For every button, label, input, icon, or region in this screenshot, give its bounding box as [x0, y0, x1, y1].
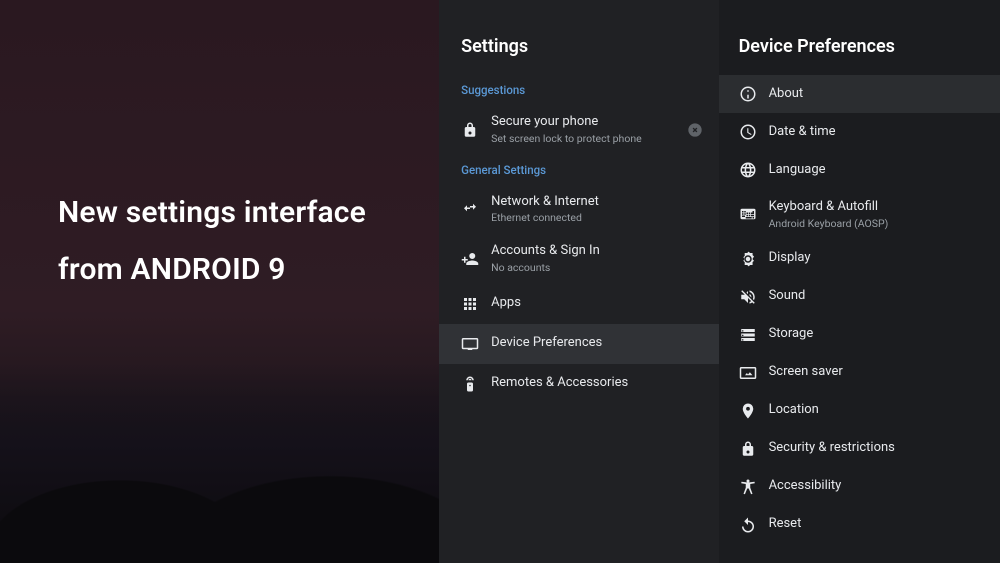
accounts-icon — [461, 250, 491, 268]
pref-item-label: Storage — [769, 326, 814, 343]
settings-item-labels: Accounts & Sign In No accounts — [491, 243, 702, 275]
remote-icon — [461, 375, 491, 393]
pref-item-sublabel: Android Keyboard (AOSP) — [769, 217, 889, 230]
pref-item-label: Screen saver — [769, 364, 843, 381]
pref-item-sound[interactable]: Sound — [719, 278, 1000, 316]
dismiss-suggestion-button[interactable] — [687, 122, 703, 138]
globe-icon — [739, 161, 769, 179]
settings-item-label: Network & Internet — [491, 194, 702, 211]
pref-item-date-time[interactable]: Date & time — [719, 113, 1000, 151]
pref-item-label: Sound — [769, 288, 806, 305]
settings-item-labels: Network & Internet Ethernet connected — [491, 194, 702, 226]
pref-item-keyboard[interactable]: Keyboard & Autofill Android Keyboard (AO… — [719, 189, 1000, 240]
settings-item-labels: Apps — [491, 295, 702, 312]
reset-icon — [739, 516, 769, 534]
section-header-suggestions: Suggestions — [439, 75, 718, 105]
settings-item-label: Remotes & Accessories — [491, 375, 702, 392]
screensaver-icon — [739, 364, 769, 382]
settings-item-sublabel: No accounts — [491, 261, 702, 275]
settings-item-network[interactable]: Network & Internet Ethernet connected — [439, 185, 718, 235]
settings-title: Settings — [439, 30, 718, 75]
pref-item-security[interactable]: Security & restrictions — [719, 430, 1000, 468]
tv-icon — [461, 335, 491, 353]
settings-item-labels: Device Preferences — [491, 335, 702, 352]
sound-off-icon — [739, 288, 769, 306]
info-icon — [739, 85, 769, 103]
hero-panel: New settings interface from ANDROID 9 — [0, 0, 439, 563]
app-root: New settings interface from ANDROID 9 Se… — [0, 0, 1000, 563]
location-icon — [739, 402, 769, 420]
settings-item-label: Secure your phone — [491, 114, 680, 131]
pref-item-label: Date & time — [769, 124, 836, 141]
pref-item-display[interactable]: Display — [719, 240, 1000, 278]
settings-item-labels: Secure your phone Set screen lock to pro… — [491, 114, 680, 146]
pref-item-label: Accessibility — [769, 478, 842, 495]
accessibility-icon — [739, 478, 769, 496]
pref-item-label: Keyboard & Autofill — [769, 199, 889, 216]
settings-item-label: Accounts & Sign In — [491, 243, 702, 260]
settings-item-sublabel: Ethernet connected — [491, 211, 702, 225]
settings-item-label: Device Preferences — [491, 335, 702, 352]
pref-item-accessibility[interactable]: Accessibility — [719, 468, 1000, 506]
settings-item-sublabel: Set screen lock to protect phone — [491, 132, 680, 146]
device-preferences-title: Device Preferences — [719, 30, 1000, 75]
settings-item-secure-phone[interactable]: Secure your phone Set screen lock to pro… — [439, 105, 718, 155]
pref-item-label: Language — [769, 162, 826, 179]
settings-item-label: Apps — [491, 295, 702, 312]
pref-item-language[interactable]: Language — [719, 151, 1000, 189]
storage-icon — [739, 326, 769, 344]
pref-item-storage[interactable]: Storage — [719, 316, 1000, 354]
lock-icon — [739, 440, 769, 458]
hero-line-1: New settings interface — [58, 195, 366, 230]
section-header-general: General Settings — [439, 155, 718, 185]
settings-item-labels: Remotes & Accessories — [491, 375, 702, 392]
pref-item-label: Reset — [769, 516, 802, 533]
pref-item-label: About — [769, 86, 804, 103]
settings-item-apps[interactable]: Apps — [439, 284, 718, 324]
pref-item-label: Security & restrictions — [769, 440, 895, 457]
hero-text: New settings interface from ANDROID 9 — [58, 195, 366, 287]
hero-line-2: from ANDROID 9 — [58, 252, 366, 287]
pref-item-about[interactable]: About — [719, 75, 1000, 113]
brightness-icon — [739, 250, 769, 268]
pref-item-label: Location — [769, 402, 819, 419]
settings-panel: Settings Suggestions Secure your phone S… — [439, 0, 718, 563]
pref-item-location[interactable]: Location — [719, 392, 1000, 430]
network-icon — [461, 200, 491, 218]
device-preferences-panel: Device Preferences About Date & time Lan… — [719, 0, 1000, 563]
pref-item-label: Display — [769, 250, 811, 267]
lock-icon — [461, 121, 491, 139]
pref-item-reset[interactable]: Reset — [719, 506, 1000, 544]
settings-item-remotes[interactable]: Remotes & Accessories — [439, 364, 718, 404]
pref-item-screensaver[interactable]: Screen saver — [719, 354, 1000, 392]
settings-item-device-preferences[interactable]: Device Preferences — [439, 324, 718, 364]
apps-icon — [461, 295, 491, 313]
clock-icon — [739, 123, 769, 141]
keyboard-icon — [739, 205, 769, 223]
settings-item-accounts[interactable]: Accounts & Sign In No accounts — [439, 234, 718, 284]
